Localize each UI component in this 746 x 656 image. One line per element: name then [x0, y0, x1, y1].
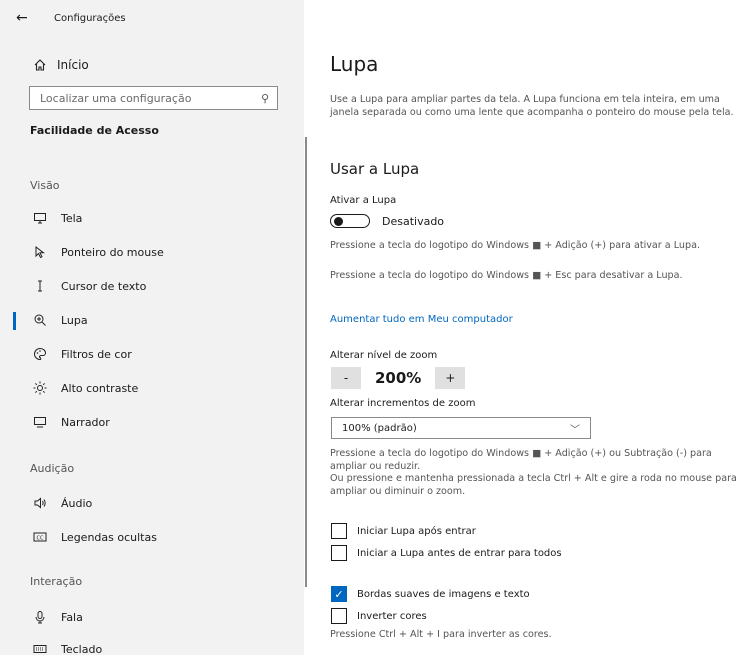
page-title: Lupa	[330, 52, 379, 76]
dropdown-value: 100% (padrão)	[342, 422, 417, 434]
checkbox[interactable]: ✓	[331, 586, 347, 602]
zoom-increment-dropdown[interactable]: 100% (padrão) ﹀	[331, 417, 591, 439]
sidebar-item-cursor[interactable]: Cursor de texto	[31, 279, 146, 293]
sidebar-item-label: Narrador	[61, 415, 110, 429]
checkmark-icon: ✓	[334, 587, 344, 601]
zoom-hint: Pressione a tecla do logotipo do Windows…	[330, 448, 737, 497]
home-icon	[31, 58, 49, 72]
sun-icon	[31, 381, 49, 395]
sidebar-item-teclado[interactable]: Teclado	[31, 642, 102, 656]
checkbox-start-before-signin[interactable]: Iniciar a Lupa antes de entrar para todo…	[331, 545, 562, 561]
sidebar-item-label: Lupa	[61, 313, 88, 327]
zoom-increment-label: Alterar incrementos de zoom	[330, 398, 476, 409]
checkbox-label: Iniciar a Lupa antes de entrar para todo…	[357, 547, 562, 559]
sidebar-header: ← Configurações	[16, 10, 126, 26]
search-box[interactable]: ⚲	[29, 86, 278, 110]
magnifier-icon	[31, 313, 49, 327]
sidebar-item-label: Áudio	[61, 496, 93, 510]
sidebar-item-label: Cursor de texto	[61, 279, 147, 293]
sidebar-item-label: Ponteiro do mouse	[61, 245, 164, 259]
home-label: Início	[57, 58, 89, 72]
intro-text: Use a Lupa para ampliar partes da tela. …	[330, 94, 734, 118]
zoom-value: 200%	[375, 369, 422, 387]
toggle-state: Desativado	[382, 214, 445, 228]
sidebar-item-fala[interactable]: Fala	[31, 610, 83, 624]
toggle-track[interactable]	[330, 214, 370, 228]
sidebar-item-audio[interactable]: Áudio	[31, 496, 92, 510]
section-hearing: Audição	[30, 462, 75, 475]
back-arrow-icon[interactable]: ←	[16, 10, 36, 26]
zoom-in-button[interactable]: +	[435, 367, 466, 389]
microphone-icon	[31, 610, 49, 624]
checkbox-start-after-signin[interactable]: Iniciar Lupa após entrar	[331, 523, 476, 539]
checkbox-label: Inverter cores	[357, 610, 427, 622]
palette-icon	[31, 347, 49, 361]
cc-icon: CC	[31, 530, 49, 544]
hint-deactivate: Pressione a tecla do logotipo do Windows…	[330, 270, 683, 281]
scale-everything-link[interactable]: Aumentar tudo em Meu computador	[330, 314, 513, 325]
active-indicator	[13, 312, 16, 330]
sidebar-item-label: Alto contraste	[61, 381, 139, 395]
home-link[interactable]: Início	[31, 58, 89, 72]
section-vision: Visão	[30, 179, 60, 192]
sidebar-item-label: Legendas ocultas	[61, 530, 157, 544]
sidebar-item-label: Teclado	[61, 642, 103, 656]
checkbox-label: Iniciar Lupa após entrar	[357, 525, 476, 537]
zoom-level-label: Alterar nível de zoom	[330, 350, 438, 361]
search-input[interactable]	[38, 90, 242, 106]
checkbox-smooth-edges[interactable]: ✓ Bordas suaves de imagens e texto	[331, 586, 530, 602]
speaker-icon	[31, 496, 49, 510]
hint-activate: Pressione a tecla do logotipo do Windows…	[330, 240, 701, 251]
narrator-icon	[31, 415, 49, 429]
zoom-stepper: - 200% +	[331, 367, 466, 389]
chevron-down-icon: ﹀	[570, 424, 580, 436]
zoom-out-button[interactable]: -	[331, 367, 361, 389]
category-title: Facilidade de Acesso	[30, 124, 159, 137]
checkbox[interactable]	[331, 608, 347, 624]
sidebar-item-label: Filtros de cor	[61, 347, 132, 361]
search-icon[interactable]: ⚲	[261, 92, 269, 105]
toggle-label: Ativar a Lupa	[330, 195, 397, 206]
sidebar-item-tela[interactable]: Tela	[31, 211, 82, 225]
checkbox-invert-colors[interactable]: Inverter cores	[331, 608, 427, 624]
svg-text:CC: CC	[37, 535, 44, 541]
keyboard-icon	[31, 642, 49, 656]
sidebar-item-filtros[interactable]: Filtros de cor	[31, 347, 132, 361]
sidebar: ← Configurações Início ⚲ Facilidade de A…	[0, 0, 304, 656]
checkbox-label: Bordas suaves de imagens e texto	[357, 588, 530, 600]
sidebar-item-narrador[interactable]: Narrador	[31, 415, 110, 429]
checkbox[interactable]	[331, 523, 347, 539]
magnifier-toggle[interactable]: Desativado	[330, 214, 444, 228]
section-interaction: Interação	[30, 575, 83, 588]
checkbox[interactable]	[331, 545, 347, 561]
pointer-icon	[31, 245, 49, 259]
sidebar-item-contraste[interactable]: Alto contraste	[31, 381, 138, 395]
invert-hint: Pressione Ctrl + Alt + I para inverter a…	[330, 629, 552, 640]
monitor-icon	[31, 211, 49, 225]
sidebar-item-lupa[interactable]: Lupa	[31, 313, 88, 327]
app-title: Configurações	[54, 12, 126, 24]
sidebar-item-label: Tela	[61, 211, 83, 225]
sidebar-item-label: Fala	[61, 610, 83, 624]
sidebar-scrollbar[interactable]	[305, 137, 307, 587]
section-title: Usar a Lupa	[330, 160, 420, 178]
text-cursor-icon	[31, 279, 49, 293]
toggle-knob	[334, 216, 343, 226]
sidebar-item-ponteiro[interactable]: Ponteiro do mouse	[31, 245, 164, 259]
sidebar-item-legendas[interactable]: CC Legendas ocultas	[31, 530, 157, 544]
